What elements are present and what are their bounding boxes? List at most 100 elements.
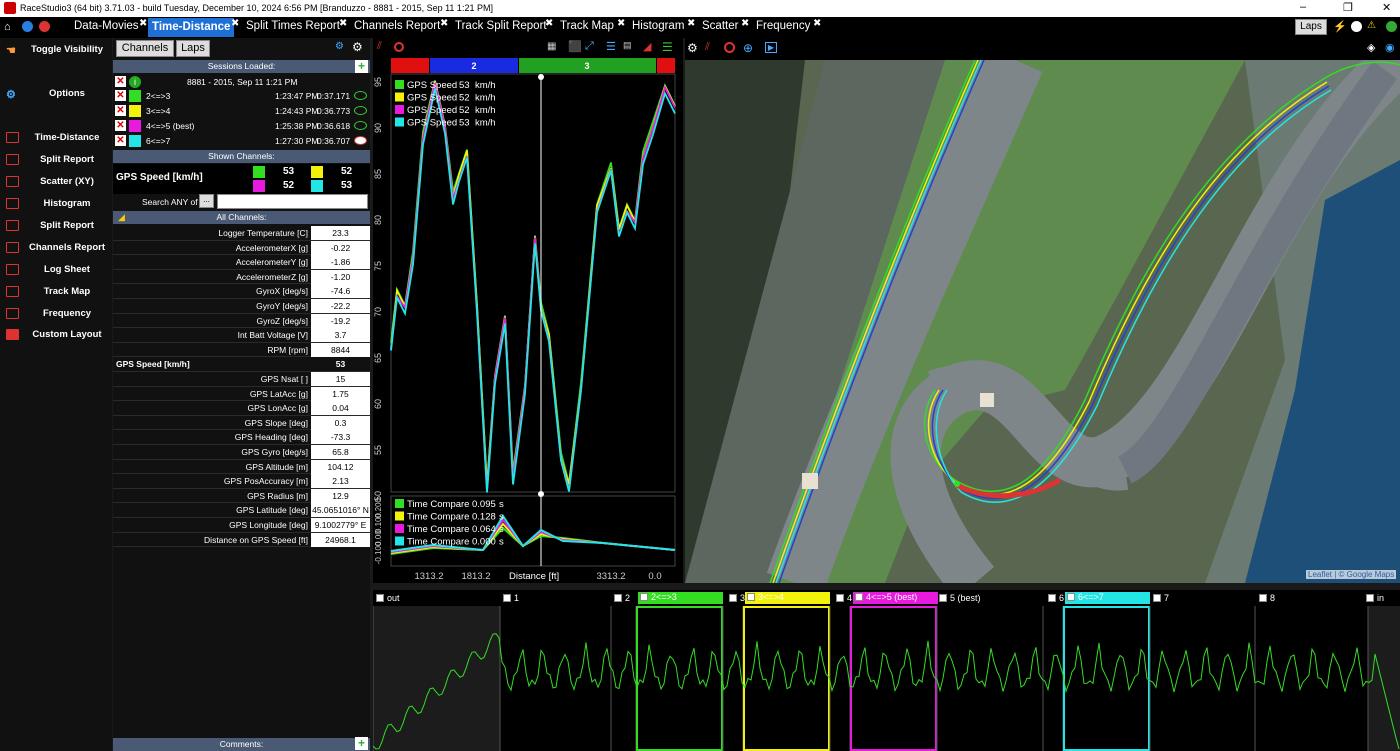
shown-channel-row[interactable]: GPS Speed [km/h] 53 52 52 53: [113, 164, 370, 194]
lap-label[interactable]: 3: [729, 593, 745, 603]
close-tab-icon[interactable]: ✖: [139, 18, 147, 29]
close-tab-icon[interactable]: ✖: [231, 18, 239, 29]
lap-label[interactable]: 8: [1259, 593, 1275, 603]
lap-checkbox[interactable]: [614, 594, 622, 602]
config-icon[interactable]: ⚙: [335, 41, 344, 52]
close-tab-icon[interactable]: ✖: [339, 18, 347, 29]
remove-lap-icon[interactable]: ✕: [115, 90, 126, 101]
remove-lap-icon[interactable]: ✕: [115, 105, 126, 116]
close-button[interactable]: ✕: [1382, 1, 1391, 14]
lap-label[interactable]: 2<=>3: [638, 592, 723, 604]
channel-row[interactable]: AccelerometerZ [g] -1.20: [113, 269, 370, 285]
channel-row[interactable]: Distance on GPS Speed [ft] 24968.1: [113, 532, 370, 548]
stop-icon[interactable]: [39, 21, 50, 32]
lap-checkbox[interactable]: [376, 594, 384, 602]
lap-checkbox[interactable]: [747, 593, 755, 601]
channels-tab-button[interactable]: Channels: [116, 40, 174, 57]
lap-label[interactable]: 1: [503, 593, 519, 603]
page-icon[interactable]: ▤: [623, 40, 632, 51]
laps-button[interactable]: Laps: [1295, 19, 1327, 35]
lap-label[interactable]: 5 (best): [939, 593, 981, 603]
channel-row[interactable]: GPS PosAccuracy [m] 2.13: [113, 474, 370, 489]
lap-checkbox[interactable]: [1366, 594, 1374, 602]
remove-lap-icon[interactable]: ✕: [115, 120, 126, 131]
measure-icon[interactable]: ⫽: [377, 40, 382, 53]
record-icon[interactable]: [724, 42, 735, 53]
channel-row[interactable]: GyroY [deg/s] -22.2: [113, 299, 370, 314]
channel-row[interactable]: GPS Gyro [deg/s] 65.8: [113, 445, 370, 460]
channel-row[interactable]: GPS Heading [deg] -73.3: [113, 430, 370, 445]
close-tab-icon[interactable]: ✖: [440, 18, 448, 29]
back-icon[interactable]: [22, 21, 33, 32]
record-icon[interactable]: [394, 42, 404, 52]
lap-checkbox[interactable]: [836, 594, 844, 602]
zoom-icon[interactable]: ▦: [547, 41, 556, 52]
info-icon[interactable]: i: [129, 76, 141, 88]
channel-row[interactable]: AccelerometerY [g] -1.86: [113, 255, 370, 270]
home-icon[interactable]: ⌂: [4, 21, 11, 33]
channel-row[interactable]: GPS LatAcc [g] 1.75: [113, 386, 370, 402]
lap-color-swatch[interactable]: [129, 120, 141, 132]
lap-label[interactable]: 3<=>4: [745, 592, 830, 604]
search-options-button[interactable]: ...: [199, 194, 214, 208]
target-icon[interactable]: ⊕: [743, 41, 753, 55]
help-icon[interactable]: [1386, 21, 1397, 32]
lap-label[interactable]: out: [376, 593, 400, 603]
channel-row[interactable]: Logger Temperature [C] 23.3: [113, 226, 370, 241]
lap-label[interactable]: 4<=>5 (best): [853, 592, 938, 604]
lap-checkbox[interactable]: [1259, 594, 1267, 602]
lap-label[interactable]: 6: [1048, 593, 1064, 603]
tab-scatter[interactable]: Scatter: [702, 20, 738, 32]
tab-time-distance[interactable]: Time-Distance: [148, 18, 235, 37]
close-tab-icon[interactable]: ✖: [545, 18, 553, 29]
channel-row[interactable]: GPS Speed [km/h] 53: [113, 357, 370, 372]
close-tab-icon[interactable]: ✖: [813, 18, 821, 29]
triangle-icon[interactable]: ◢: [643, 40, 651, 53]
lap-row[interactable]: ✕ 3<=>4 1:24:43 PM 0:36.773: [113, 104, 370, 119]
lap-label[interactable]: 7: [1153, 593, 1169, 603]
tab-track-split-report[interactable]: Track Split Report: [455, 20, 547, 32]
lap-checkbox[interactable]: [640, 593, 648, 601]
lap-row[interactable]: ✕ 6<=>7 1:27:30 PM 0:36.707: [113, 134, 370, 149]
fit-icon[interactable]: ⤢: [585, 40, 594, 53]
channel-row[interactable]: GPS Slope [deg] 0.3: [113, 415, 370, 431]
satellite-icon[interactable]: ◉: [1385, 41, 1395, 54]
visibility-eye-icon[interactable]: [354, 121, 367, 130]
channel-row[interactable]: GPS Altitude [m] 104.12: [113, 459, 370, 475]
channel-row[interactable]: GPS LonAcc [g] 0.04: [113, 401, 370, 416]
channel-row[interactable]: RPM [rpm] 8844: [113, 342, 370, 358]
lap-checkbox[interactable]: [503, 594, 511, 602]
stack-icon[interactable]: ☰: [606, 40, 616, 53]
remove-session-icon[interactable]: ✕: [115, 76, 126, 87]
lap-label[interactable]: 2: [614, 593, 630, 603]
search-input[interactable]: [217, 194, 368, 209]
close-tab-icon[interactable]: ✖: [617, 18, 625, 29]
visibility-eye-icon[interactable]: [354, 136, 367, 145]
tab-frequency[interactable]: Frequency: [756, 20, 810, 32]
lap-color-swatch[interactable]: [129, 135, 141, 147]
channel-row[interactable]: GPS Longitude [deg] 9.1002779° E: [113, 518, 370, 533]
lock-icon[interactable]: ⬛: [568, 40, 582, 53]
gear-icon[interactable]: ⚙: [687, 41, 698, 55]
lap-label[interactable]: in: [1366, 593, 1384, 603]
channel-row[interactable]: GyroZ [deg/s] -19.2: [113, 313, 370, 329]
channel-row[interactable]: GPS Radius [m] 12.9: [113, 488, 370, 504]
warning-icon[interactable]: ⚠: [1367, 20, 1376, 31]
lap-checkbox[interactable]: [1048, 594, 1056, 602]
channel-row[interactable]: GPS Latitude [deg] 45.0651016° N: [113, 503, 370, 518]
lap-label[interactable]: 6<=>7: [1065, 592, 1150, 604]
remove-lap-icon[interactable]: ✕: [115, 135, 126, 146]
channel-row[interactable]: Int Batt Voltage [V] 3.7: [113, 328, 370, 343]
gear-icon[interactable]: ⚙: [352, 40, 363, 54]
channel-row[interactable]: AccelerometerX [g] -0.22: [113, 240, 370, 256]
lap-checkbox[interactable]: [1153, 594, 1161, 602]
speed-chart[interactable]: 2 3959085807570656055500.2000.1000.00-0.1…: [373, 58, 683, 583]
play-icon[interactable]: ▶: [765, 42, 777, 53]
laps-tab-button[interactable]: Laps: [176, 40, 210, 57]
maximize-button[interactable]: ❐: [1343, 1, 1353, 14]
visibility-eye-icon[interactable]: [354, 91, 367, 100]
channel-row[interactable]: GPS Nsat [ ] 15: [113, 372, 370, 387]
tab-data-movies[interactable]: Data-Movies: [74, 20, 139, 32]
chart-icon[interactable]: ⚡: [1333, 20, 1347, 33]
tab-histogram[interactable]: Histogram: [632, 20, 684, 32]
